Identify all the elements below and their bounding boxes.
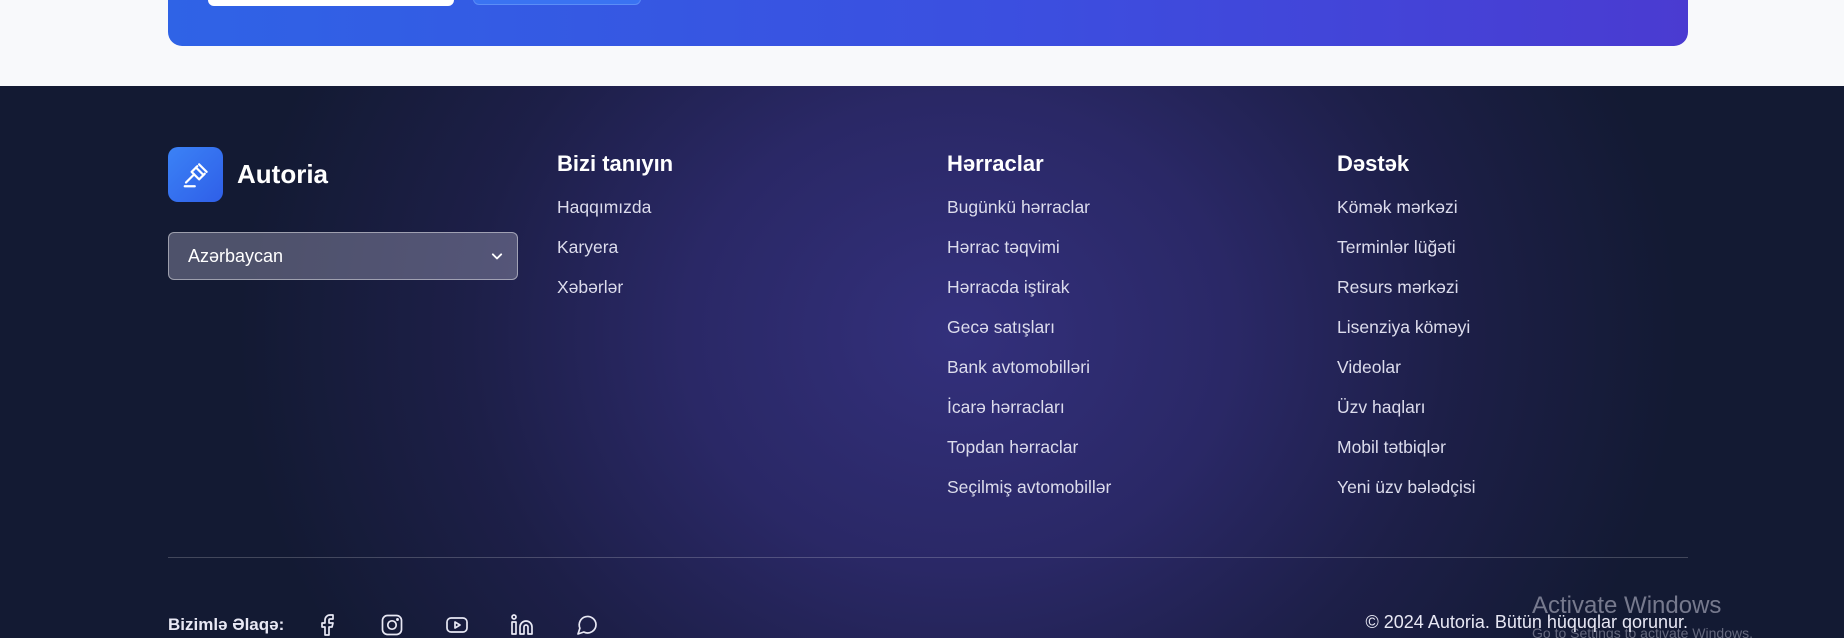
chevron-down-icon bbox=[487, 246, 507, 271]
footer-link[interactable]: Gecə satışları bbox=[947, 316, 1111, 356]
newsletter-button[interactable] bbox=[473, 0, 641, 5]
top-area bbox=[0, 0, 1844, 86]
activate-windows-subtitle: Go to Settings to activate Windows. bbox=[1532, 625, 1753, 638]
site-footer: Autoria Azərbaycan Bizi tanıyın Haqqımız… bbox=[0, 86, 1844, 638]
footer-link[interactable]: Hərracda iştirak bbox=[947, 276, 1111, 316]
newsletter-input[interactable] bbox=[208, 0, 454, 6]
brand-name: Autoria bbox=[237, 159, 328, 189]
youtube-icon[interactable] bbox=[442, 610, 472, 638]
footer-link[interactable]: Resurs mərkəzi bbox=[1337, 276, 1475, 316]
footer-link[interactable]: Topdan hərraclar bbox=[947, 436, 1111, 476]
activate-windows-watermark: Activate Windows bbox=[1532, 592, 1722, 619]
facebook-icon[interactable] bbox=[312, 610, 342, 638]
language-select-value: Azərbaycan bbox=[188, 245, 284, 266]
footer-link[interactable]: Hərrac təqvimi bbox=[947, 236, 1111, 276]
footer-link[interactable]: Videolar bbox=[1337, 356, 1475, 396]
contact-row: Bizimlə Əlaqə: bbox=[168, 610, 637, 638]
footer-link[interactable]: Terminlər lüğəti bbox=[1337, 236, 1475, 276]
column-title: Hərraclar bbox=[947, 151, 1044, 176]
footer-link[interactable]: Karyera bbox=[557, 236, 673, 276]
footer-link[interactable]: Seçilmiş avtomobillər bbox=[947, 476, 1111, 516]
footer-link[interactable]: Mobil tətbiqlər bbox=[1337, 436, 1475, 476]
column-title: Dəstək bbox=[1337, 151, 1410, 176]
footer-link[interactable]: Üzv haqları bbox=[1337, 396, 1475, 436]
footer-link[interactable]: İcarə hərracları bbox=[947, 396, 1111, 436]
footer-link[interactable]: Bank avtomobilləri bbox=[947, 356, 1111, 396]
instagram-icon[interactable] bbox=[377, 610, 407, 638]
language-select[interactable]: Azərbaycan bbox=[168, 232, 518, 280]
brand[interactable]: Autoria bbox=[168, 147, 328, 202]
column-title: Bizi tanıyın bbox=[557, 151, 674, 176]
footer-link[interactable]: Xəbərlər bbox=[557, 276, 673, 316]
linkedin-icon[interactable] bbox=[507, 610, 537, 638]
footer-link[interactable]: Kömək mərkəzi bbox=[1337, 196, 1475, 236]
chat-icon[interactable] bbox=[572, 610, 602, 638]
gavel-icon bbox=[168, 147, 223, 202]
footer-column-about: Bizi tanıyın Haqqımızda Karyera Xəbərlər bbox=[557, 151, 673, 316]
footer-divider bbox=[168, 557, 1688, 558]
footer-link[interactable]: Yeni üzv bələdçisi bbox=[1337, 476, 1475, 516]
footer-column-support: Dəstək Kömək mərkəzi Terminlər lüğəti Re… bbox=[1337, 151, 1475, 516]
footer-link[interactable]: Lisenziya köməyi bbox=[1337, 316, 1475, 356]
footer-link[interactable]: Haqqımızda bbox=[557, 196, 673, 236]
footer-column-auctions: Hərraclar Bugünkü hərraclar Hərrac təqvi… bbox=[947, 151, 1111, 516]
contact-label: Bizimlə Əlaqə: bbox=[168, 615, 285, 634]
footer-link[interactable]: Bugünkü hərraclar bbox=[947, 196, 1111, 236]
newsletter-banner bbox=[168, 0, 1688, 46]
